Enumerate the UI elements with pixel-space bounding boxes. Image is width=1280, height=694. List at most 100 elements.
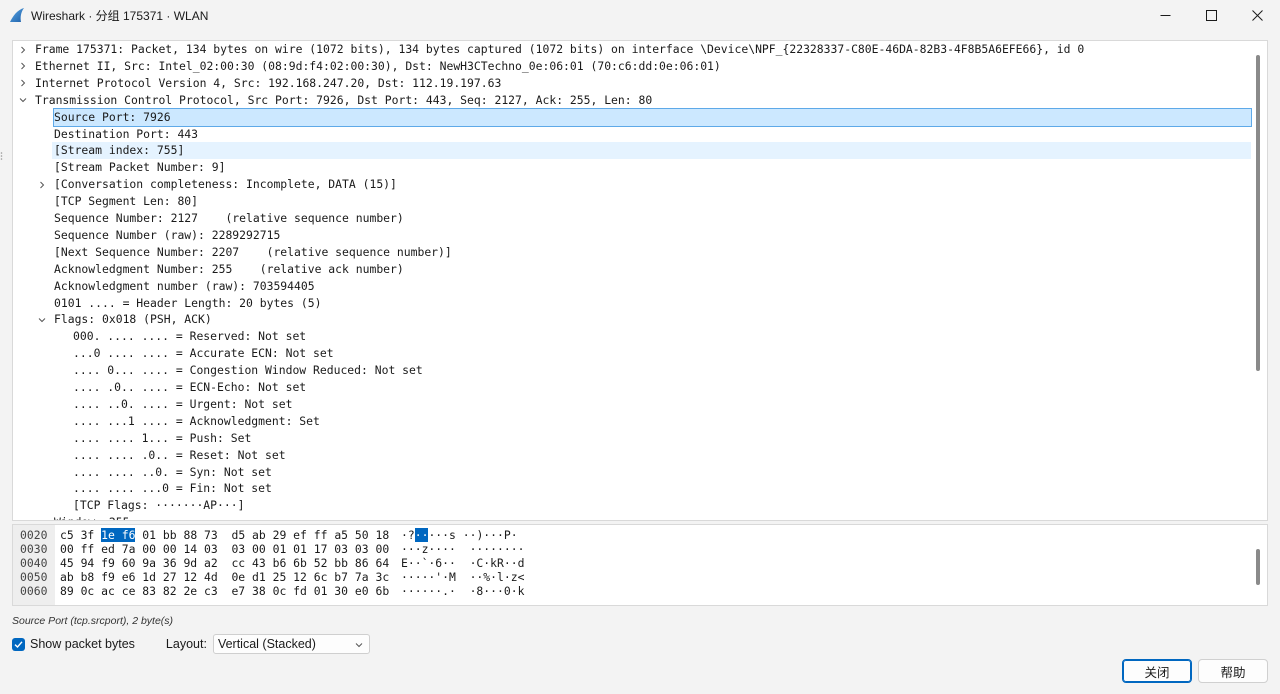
hex-bytes: ab b8 f9 e6 1d 27 12 4d 0e d1 25 12 6c b… xyxy=(60,570,390,584)
options-row: Show packet bytes Layout: Vertical (Stac… xyxy=(12,634,370,654)
tree-row[interactable]: 000. .... .... = Reserved: Not set xyxy=(13,328,1251,345)
tree-row[interactable]: [TCP Segment Len: 80] xyxy=(13,193,1251,210)
tree-row[interactable]: ...0 .... .... = Accurate ECN: Not set xyxy=(13,345,1251,362)
tree-vertical-scrollbar[interactable] xyxy=(1249,41,1267,520)
bytes-ascii[interactable]: ·?·····s ··)···P· xyxy=(401,528,518,542)
tree-row-label: Ethernet II, Src: Intel_02:00:30 (08:9d:… xyxy=(35,58,721,73)
tree-row[interactable]: Acknowledgment number (raw): 703594405 xyxy=(13,278,1251,295)
tree-row-label: .... .... ...0 = Fin: Not set xyxy=(73,481,272,496)
packet-bytes-pane[interactable]: 0020 c5 3f 1e f6 01 bb 88 73 d5 ab 29 ef … xyxy=(12,524,1268,606)
tree-row-label: Sequence Number: 2127 (relative sequence… xyxy=(54,211,404,225)
tree-row-label: [Conversation completeness: Incomplete, … xyxy=(54,177,397,192)
tree-row[interactable]: [Next Sequence Number: 2207 (relative se… xyxy=(13,244,1251,261)
maximize-button[interactable] xyxy=(1188,0,1234,30)
tree-row[interactable]: .... .... ..0. = Syn: Not set xyxy=(13,464,1251,481)
close-button[interactable]: 关闭 xyxy=(1122,659,1192,683)
ascii-selected-bytes: ·· xyxy=(414,528,429,542)
hex-bytes: 89 0c ac ce 83 82 2e c3 e7 38 0c fd 01 3… xyxy=(60,584,390,598)
show-packet-bytes-checkbox[interactable] xyxy=(12,637,25,651)
maximize-icon xyxy=(1205,9,1217,21)
tree-row[interactable]: .... .0.. .... = ECN-Echo: Not set xyxy=(13,379,1251,396)
show-packet-bytes-label[interactable]: Show packet bytes xyxy=(30,637,135,651)
tree-row-label: [Next Sequence Number: 2207 (relative se… xyxy=(54,244,452,259)
bytes-ascii[interactable]: ······.· ·8···0·k xyxy=(401,584,524,598)
tree-row[interactable]: .... .... ...0 = Fin: Not set xyxy=(13,480,1251,497)
bytes-scroll-thumb[interactable] xyxy=(1256,549,1260,585)
ascii-bytes: E··`·6·· ·C·kR··d xyxy=(401,556,525,570)
chevron-down-icon[interactable] xyxy=(17,92,29,109)
chevron-right-icon[interactable] xyxy=(36,176,48,193)
tree-row-label: Acknowledgment number (raw): 703594405 xyxy=(54,278,315,293)
bytes-offset: 0040 xyxy=(20,556,48,570)
tree-row-label: Internet Protocol Version 4, Src: 192.16… xyxy=(35,75,502,90)
tree-row-label: Transmission Control Protocol, Src Port:… xyxy=(35,92,653,107)
tree-row-label: [TCP Segment Len: 80] xyxy=(54,194,199,209)
chevron-down-icon xyxy=(355,643,363,648)
help-button[interactable]: 帮助 xyxy=(1198,659,1268,683)
bytes-offset: 0060 xyxy=(20,584,48,598)
bytes-vertical-scrollbar[interactable] xyxy=(1249,525,1267,605)
tree-row[interactable]: Frame 175371: Packet, 134 bytes on wire … xyxy=(13,41,1251,58)
window-controls xyxy=(1142,0,1280,30)
ascii-bytes: ···z···· ········ xyxy=(401,542,525,556)
tree-row[interactable]: Window: 255 xyxy=(13,514,1251,520)
tree-row[interactable]: .... .... .0.. = Reset: Not set xyxy=(13,447,1251,464)
tree-row-label: [Stream Packet Number: 9] xyxy=(54,160,226,175)
tree-row[interactable]: .... .... 1... = Push: Set xyxy=(13,430,1251,447)
bytes-ascii[interactable]: ···z···· ········ xyxy=(401,542,524,556)
bytes-ascii[interactable]: ·····'·M ··%·l·z< xyxy=(401,570,524,584)
hex-bytes: 45 94 f9 60 9a 36 9d a2 cc 43 b6 6b 52 b… xyxy=(60,556,390,570)
chevron-right-icon[interactable] xyxy=(17,75,29,92)
tree-row[interactable]: [Stream Packet Number: 9] xyxy=(13,159,1251,176)
bytes-hex[interactable]: c5 3f 1e f6 01 bb 88 73 d5 ab 29 ef ff a… xyxy=(60,528,389,542)
tree-row-label: .... .0.. .... = ECN-Echo: Not set xyxy=(73,380,307,394)
bytes-hex[interactable]: ab b8 f9 e6 1d 27 12 4d 0e d1 25 12 6c b… xyxy=(60,570,389,584)
tree-scroll-thumb[interactable] xyxy=(1256,55,1260,371)
window-title: Wireshark · 分组 175371 · WLAN xyxy=(31,8,209,23)
close-window-button[interactable] xyxy=(1234,0,1280,30)
tree-row[interactable]: .... ...1 .... = Acknowledgment: Set xyxy=(13,413,1251,430)
hex-selected-bytes: 1e f6 xyxy=(101,528,136,542)
hex-bytes: c5 3f xyxy=(60,528,102,542)
tree-row[interactable]: Destination Port: 443 xyxy=(13,126,1251,143)
tree-row[interactable]: [TCP Flags: ·······AP···] xyxy=(13,497,1251,514)
bytes-hex[interactable]: 89 0c ac ce 83 82 2e c3 e7 38 0c fd 01 3… xyxy=(60,584,389,598)
tree-row[interactable]: [Conversation completeness: Incomplete, … xyxy=(13,176,1251,193)
packet-detail-tree[interactable]: Frame 175371: Packet, 134 bytes on wire … xyxy=(12,40,1268,521)
bytes-hex[interactable]: 00 ff ed 7a 00 00 14 03 03 00 01 01 17 0… xyxy=(60,542,389,556)
tree-row[interactable]: Acknowledgment Number: 255 (relative ack… xyxy=(13,261,1251,278)
chevron-down-icon[interactable] xyxy=(36,311,48,328)
tree-row-label: .... 0... .... = Congestion Window Reduc… xyxy=(73,363,423,378)
tree-row[interactable]: .... 0... .... = Congestion Window Reduc… xyxy=(13,362,1251,379)
chevron-right-icon[interactable] xyxy=(17,41,29,58)
tree-row-hover-highlight xyxy=(52,142,1251,160)
tree-row[interactable]: .... ..0. .... = Urgent: Not set xyxy=(13,396,1251,413)
layout-label: Layout: xyxy=(165,637,207,651)
tree-row[interactable]: Sequence Number (raw): 2289292715 xyxy=(13,227,1251,244)
layout-select[interactable]: Vertical (Stacked) xyxy=(212,634,370,654)
tree-row[interactable]: Internet Protocol Version 4, Src: 192.16… xyxy=(13,75,1251,92)
tree-row[interactable]: Ethernet II, Src: Intel_02:00:30 (08:9d:… xyxy=(13,58,1251,75)
chevron-right-icon[interactable] xyxy=(17,58,29,75)
tree-row-label: Sequence Number (raw): 2289292715 xyxy=(54,227,281,242)
tree-row-label: Destination Port: 443 xyxy=(54,126,199,141)
tree-row-label: Source Port: 7926 xyxy=(53,107,1252,127)
ascii-bytes: ······.· ·8···0·k xyxy=(401,584,525,598)
tree-row-label: Frame 175371: Packet, 134 bytes on wire … xyxy=(35,42,1085,56)
tree-row[interactable]: Flags: 0x018 (PSH, ACK) xyxy=(13,311,1251,328)
tree-row[interactable]: Sequence Number: 2127 (relative sequence… xyxy=(13,210,1251,227)
hex-bytes: 01 bb 88 73 d5 ab 29 ef ff a5 50 18 xyxy=(135,528,390,542)
wireshark-fin-icon xyxy=(10,8,24,22)
bytes-ascii[interactable]: E··`·6·· ·C·kR··d xyxy=(401,556,524,570)
tree-row-label: .... ...1 .... = Acknowledgment: Set xyxy=(73,413,320,428)
splitter-grip xyxy=(0,150,3,160)
bytes-hex[interactable]: 45 94 f9 60 9a 36 9d a2 cc 43 b6 6b 52 b… xyxy=(60,556,389,570)
bytes-offset: 0020 xyxy=(20,528,48,542)
tree-row[interactable]: Transmission Control Protocol, Src Port:… xyxy=(13,92,1251,109)
tree-row[interactable]: Source Port: 7926 xyxy=(13,107,1252,127)
minimize-button[interactable] xyxy=(1142,0,1188,30)
tree-row[interactable]: [Stream index: 755] xyxy=(13,142,1251,160)
tree-row[interactable]: 0101 .... = Header Length: 20 bytes (5) xyxy=(13,295,1251,312)
tree-row-label: .... .... 1... = Push: Set xyxy=(73,430,252,445)
tree-row-label: ...0 .... .... = Accurate ECN: Not set xyxy=(73,346,334,361)
